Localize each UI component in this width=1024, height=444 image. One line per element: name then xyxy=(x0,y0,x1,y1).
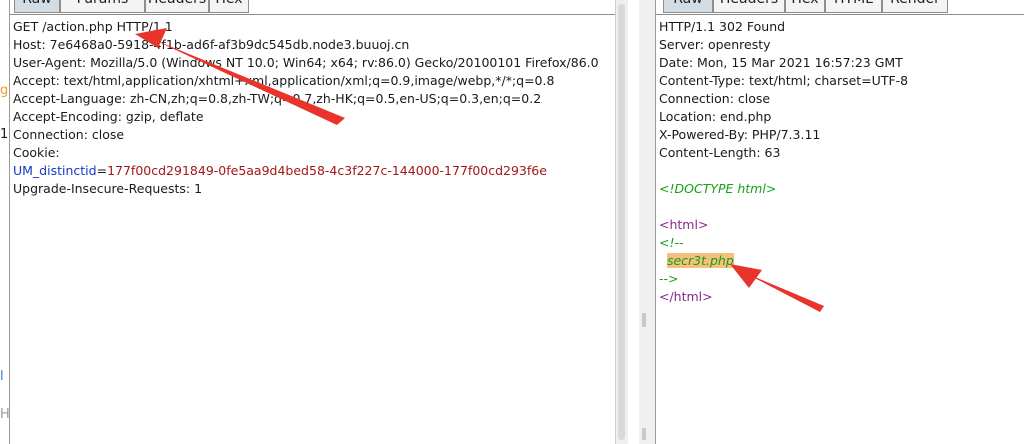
tab-raw[interactable]: Raw xyxy=(14,0,60,13)
tab-params[interactable]: Params xyxy=(60,0,145,13)
tab-raw[interactable]: Raw xyxy=(663,0,713,13)
request-panel: Raw Params Headers Hex GET /action.php H… xyxy=(9,0,616,444)
comment-open: <!-- xyxy=(659,235,684,250)
comment-body-line: secr3t.php xyxy=(659,252,1024,270)
edge-glyph: g xyxy=(0,83,9,98)
content-length-header: Content-Length: 63 xyxy=(659,145,781,160)
tab-render[interactable]: Render xyxy=(882,0,948,13)
response-panel: Raw Headers Hex HTML Render HTTP/1.1 302… xyxy=(655,0,1024,444)
request-scrollbar[interactable] xyxy=(615,0,628,444)
connection-header: Connection: close xyxy=(13,127,125,142)
secret-filename: secr3t.php xyxy=(666,253,734,268)
accept-encoding-header: Accept-Encoding: gzip, deflate xyxy=(13,109,204,124)
edge-glyph: 1 xyxy=(0,127,9,142)
cookie-name: UM_distinctid xyxy=(13,163,97,178)
cookie-equals: = xyxy=(96,163,108,178)
host-header: Host: 7e6468a0-5918-4f1b-ad6f-af3b9dc545… xyxy=(13,37,410,52)
edge-glyph: H xyxy=(0,407,9,422)
tab-headers[interactable]: Headers xyxy=(713,0,785,13)
edge-glyph: l xyxy=(0,369,4,384)
tab-hex[interactable]: Hex xyxy=(785,0,825,13)
request-text-editor[interactable]: GET /action.php HTTP/1.1 Host: 7e6468a0-… xyxy=(13,18,616,198)
tab-html[interactable]: HTML xyxy=(825,0,882,13)
splitter[interactable] xyxy=(639,0,655,444)
cookie-header: Cookie: xyxy=(13,145,60,160)
doctype: <!DOCTYPE html> xyxy=(659,181,777,196)
response-text-editor[interactable]: HTTP/1.1 302 Found Server: openresty Dat… xyxy=(659,18,1024,306)
comment-close: --> xyxy=(659,271,679,286)
powered-by-header: X-Powered-By: PHP/7.3.11 xyxy=(659,127,821,142)
server-header: Server: openresty xyxy=(659,37,771,52)
request-tabbar: Raw Params Headers Hex xyxy=(10,0,616,15)
splitter-marker xyxy=(642,313,646,327)
content-type-header: Content-Type: text/html; charset=UTF-8 xyxy=(659,73,909,88)
html-open-tag: <html> xyxy=(659,217,709,232)
status-line: HTTP/1.1 302 Found xyxy=(659,19,786,34)
connection-header: Connection: close xyxy=(659,91,771,106)
tab-headers[interactable]: Headers xyxy=(145,0,209,13)
accept-language-header: Accept-Language: zh-CN,zh;q=0.8,zh-TW;q=… xyxy=(13,91,542,106)
html-close-tag: </html> xyxy=(659,289,713,304)
tab-hex[interactable]: Hex xyxy=(209,0,249,13)
user-agent-header: User-Agent: Mozilla/5.0 (Windows NT 10.0… xyxy=(13,55,599,70)
splitter-marker xyxy=(642,428,646,440)
upgrade-header: Upgrade-Insecure-Requests: 1 xyxy=(13,181,203,196)
accept-header: Accept: text/html,application/xhtml+xml,… xyxy=(13,73,555,88)
request-line: GET /action.php HTTP/1.1 xyxy=(13,19,173,34)
date-header: Date: Mon, 15 Mar 2021 16:57:23 GMT xyxy=(659,55,903,70)
response-tabbar: Raw Headers Hex HTML Render xyxy=(656,0,1024,15)
request-scrollbar-thumb[interactable] xyxy=(618,4,625,440)
cookie-line: UM_distinctid=177f00cd291849-0fe5aa9d4be… xyxy=(13,162,616,180)
cookie-value: 177f00cd291849-0fe5aa9d4bed58-4c3f227c-1… xyxy=(107,163,547,178)
location-header: Location: end.php xyxy=(659,109,772,124)
background-window-edge: g 1 l H xyxy=(0,0,9,444)
